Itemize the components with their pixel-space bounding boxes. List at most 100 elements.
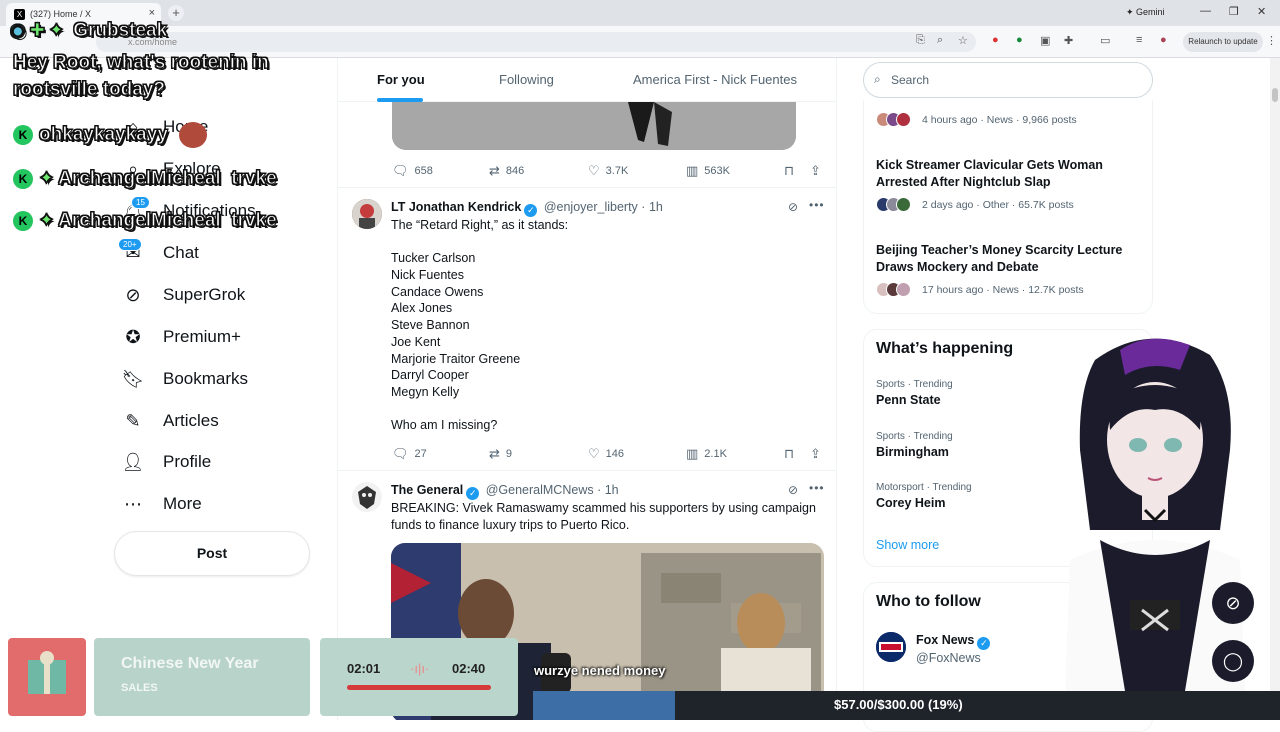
avatar[interactable]: [352, 482, 382, 512]
close-tab-icon[interactable]: ×: [149, 7, 155, 19]
scrollbar[interactable]: [1270, 58, 1280, 720]
avatar-group: [876, 112, 911, 127]
gemini-label: Gemini: [1136, 7, 1165, 17]
premium-icon: ✪: [125, 326, 141, 347]
views-button[interactable]: ▥ 2.1K: [686, 446, 727, 462]
minimize-icon[interactable]: —: [1200, 5, 1211, 17]
chat-text: trvke: [231, 210, 277, 232]
show-more-link[interactable]: Show more: [876, 538, 939, 552]
new-tab-button[interactable]: +: [168, 5, 184, 21]
tweet-actions: 🗨︎ 658 ⇄ 846 ♡ 3.7K ▥ 563K ⊓ ⇪: [392, 160, 824, 180]
scrollbar-thumb[interactable]: [1272, 88, 1278, 102]
vtuber-avatar: [1065, 338, 1245, 691]
fox-logo-icon: [876, 632, 906, 662]
more-icon: ⋯: [124, 493, 142, 514]
donation-goal-text: $57.00/$300.00 (19%): [834, 697, 963, 712]
address-bar[interactable]: x.com/home: [96, 32, 976, 52]
bookmark-button[interactable]: ⊓: [784, 446, 800, 462]
more-options-icon[interactable]: •••: [809, 198, 825, 212]
feed-tabs: For you Following America First - Nick F…: [338, 58, 836, 102]
search-icon: ⌕: [874, 72, 881, 86]
views-button[interactable]: ▥ 563K: [686, 163, 730, 179]
gemini-button[interactable]: ✦ Gemini: [1126, 7, 1165, 18]
tab-following[interactable]: Following: [499, 72, 554, 87]
share-button[interactable]: ⇪: [810, 446, 827, 462]
repost-icon: ⇄: [489, 446, 500, 461]
tweet-time[interactable]: 1h: [649, 200, 663, 214]
media-photo: [392, 102, 796, 150]
zoom-icon[interactable]: ⌕: [937, 34, 943, 47]
verified-icon: ✓: [466, 487, 480, 500]
nav-premium[interactable]: ✪ Premium+: [120, 320, 240, 354]
extension-icon[interactable]: ▣: [1040, 34, 1050, 47]
messages-float-icon[interactable]: ◯: [1212, 640, 1254, 682]
avatar[interactable]: [352, 199, 382, 229]
emote-icon: ✦: [38, 168, 55, 189]
chat-text: trvke: [231, 168, 277, 190]
maximize-icon[interactable]: ❐: [1229, 5, 1239, 18]
reply-button[interactable]: 🗨︎ 658: [392, 163, 433, 179]
follow-handle: @FoxNews: [916, 651, 981, 665]
grok-float-icon[interactable]: ⊘: [1212, 582, 1254, 624]
heart-icon: ♡: [588, 446, 600, 461]
repost-count: 846: [505, 165, 525, 177]
relaunch-button[interactable]: Relaunch to update: [1183, 32, 1263, 52]
author-name[interactable]: The General: [391, 483, 463, 497]
profile-avatar[interactable]: ●: [1160, 34, 1167, 46]
overlay-prompt-line2: rootsville today?: [12, 79, 166, 101]
extension-icon[interactable]: ●: [992, 34, 999, 46]
star-icon[interactable]: ☆: [958, 34, 968, 47]
nav-more[interactable]: ⋯ More: [120, 487, 202, 521]
whats-happening-title: What’s happening: [876, 340, 1014, 357]
tweet-list-item: Nick Fuentes: [391, 268, 464, 282]
follow-name: Fox News: [916, 633, 975, 647]
follow-suggestion[interactable]: Fox News ✓: [916, 633, 993, 650]
author-handle[interactable]: @enjoyer_liberty: [544, 200, 638, 214]
tab-for-you[interactable]: For you: [377, 72, 425, 87]
like-count: 146: [605, 448, 625, 460]
author-handle[interactable]: @GeneralMCNews: [486, 483, 594, 497]
author-name[interactable]: LT Jonathan Kendrick: [391, 200, 521, 214]
repost-button[interactable]: ⇄ 9: [489, 446, 512, 462]
trend-title[interactable]: Beijing Teacher’s Money Scarcity Lecture…: [876, 242, 1146, 276]
share-button[interactable]: ⇪: [810, 163, 827, 179]
who-to-follow-title: Who to follow: [876, 593, 981, 610]
grok-icon[interactable]: ⊘: [788, 200, 799, 214]
like-button[interactable]: ♡ 3.7K: [588, 163, 628, 179]
tweet-list-item: Darryl Cooper: [391, 368, 469, 382]
install-icon[interactable]: ⎘: [916, 34, 925, 47]
post-button[interactable]: Post: [115, 532, 309, 575]
tweet-media-image[interactable]: [392, 102, 796, 150]
tab-america-first[interactable]: America First - Nick Fuentes: [633, 72, 797, 87]
extension-icon[interactable]: ●: [1016, 34, 1023, 46]
fox-news-avatar[interactable]: [876, 632, 906, 662]
trend-meta: 2 days ago · Other · 65.7K posts: [922, 199, 1074, 211]
overlay-chat-message: K ✦ ArchangelMicheal trvke: [13, 210, 277, 232]
grok-icon[interactable]: ⊘: [788, 483, 799, 497]
close-window-icon[interactable]: ✕: [1257, 5, 1266, 18]
reply-button[interactable]: 🗨︎ 27: [392, 446, 427, 462]
event-subtitle: SALES: [121, 682, 158, 694]
bookmark-icon: 🔖︎: [121, 368, 145, 389]
nav-supergrok[interactable]: ⊘ SuperGrok: [120, 278, 245, 312]
browser-menu-icon[interactable]: ⋮: [1266, 34, 1277, 47]
nav-bookmarks[interactable]: 🔖︎ Bookmarks: [120, 362, 248, 396]
browser-tab-bar: X (327) Home / X × + ✦ Gemini — ❐ ✕: [0, 0, 1280, 26]
more-options-icon[interactable]: •••: [809, 481, 825, 495]
follow-handle-row: @FoxNews: [916, 651, 981, 665]
trend-title[interactable]: Kick Streamer Clavicular Gets Woman Arre…: [876, 157, 1146, 191]
media-icon[interactable]: ≡: [1136, 34, 1142, 46]
repost-button[interactable]: ⇄ 846: [489, 163, 524, 179]
bookmark-button[interactable]: ⊓: [784, 163, 800, 179]
search-input[interactable]: ⌕ Search: [863, 62, 1153, 98]
tweet-text: The “Retard Right,” as it stands:: [391, 218, 569, 232]
player-elapsed: 02:01: [347, 661, 381, 676]
like-button[interactable]: ♡ 146: [588, 446, 624, 462]
nav-profile[interactable]: 👤︎ Profile: [120, 445, 212, 479]
tweet-time[interactable]: 1h: [605, 483, 619, 497]
sidepanel-icon[interactable]: ▭: [1100, 34, 1110, 47]
puzzle-icon[interactable]: ✚: [1064, 34, 1073, 47]
kick-icon: K: [13, 210, 33, 231]
gift-widget: [8, 638, 86, 716]
nav-articles[interactable]: ✎ Articles: [120, 404, 218, 438]
